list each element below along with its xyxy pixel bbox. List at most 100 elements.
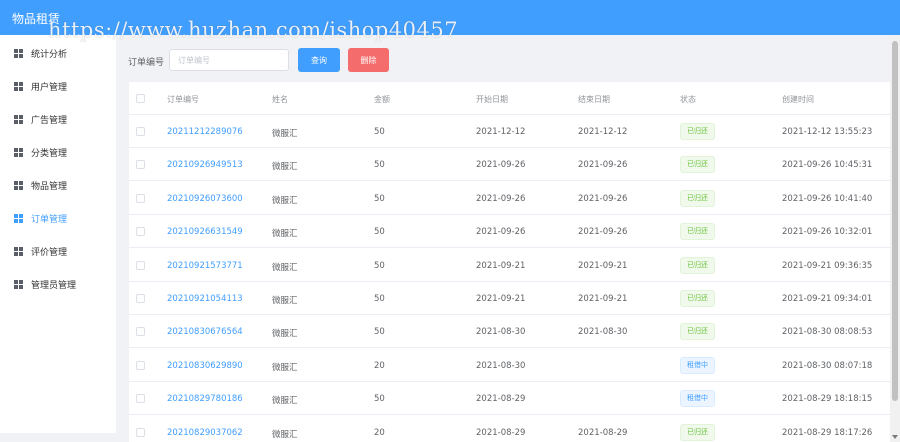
row-checkbox[interactable] bbox=[136, 427, 145, 437]
cell-start-date: 2021-09-26 bbox=[476, 193, 526, 204]
scroll-down-arrow-icon[interactable] bbox=[892, 435, 898, 439]
order-no-link[interactable]: 20210829780186 bbox=[167, 394, 243, 404]
delete-button[interactable]: 删除 bbox=[348, 48, 389, 72]
table-row: 20210830676564 微服汇 50 2021-08-30 2021-08-30 2… bbox=[129, 315, 890, 349]
cell-name: 微服汇 bbox=[272, 329, 298, 340]
column-header-order-no: 订单编号 bbox=[167, 95, 199, 104]
order-no-link[interactable]: 20210926631549 bbox=[167, 227, 243, 237]
cell-amount: 50 bbox=[374, 327, 385, 338]
cell-end-date: 2021-09-26 bbox=[578, 193, 628, 204]
order-no-link[interactable]: 20210830676564 bbox=[167, 327, 243, 337]
grid-icon bbox=[14, 147, 23, 157]
cell-end-date: 2021-09-26 bbox=[578, 160, 628, 171]
cell-amount: 50 bbox=[374, 227, 385, 238]
sidebar-item-orders[interactable]: 订单管理 bbox=[0, 205, 116, 231]
status-badge: 已归还 bbox=[680, 290, 715, 307]
cell-name: 微服汇 bbox=[272, 195, 298, 206]
status-badge: 已归还 bbox=[680, 323, 715, 341]
row-checkbox[interactable] bbox=[136, 160, 145, 170]
cell-created-time: 2021-09-26 10:41:40 bbox=[782, 193, 873, 204]
grid-icon bbox=[14, 213, 23, 223]
cell-start-date: 2021-09-26 bbox=[476, 160, 526, 171]
orders-table: 订单编号 姓名 金额 开始日期 结束日期 状态 创建时间 20211212289… bbox=[129, 82, 890, 442]
table-row: 20210926631549 微服汇 50 2021-09-26 2021-09-26 2… bbox=[129, 215, 890, 249]
scrollbar-thumb[interactable] bbox=[892, 41, 898, 401]
sidebar-item-label: 用户管理 bbox=[31, 82, 68, 93]
order-no-link[interactable]: 20210921573771 bbox=[167, 261, 243, 271]
sidebar-item-categories[interactable]: 分类管理 bbox=[0, 139, 116, 165]
sidebar-item-items[interactable]: 物品管理 bbox=[0, 172, 116, 198]
grid-icon bbox=[14, 279, 23, 289]
sidebar-item-label: 物品管理 bbox=[31, 181, 68, 192]
cell-start-date: 2021-09-21 bbox=[476, 260, 526, 271]
column-header-status: 状态 bbox=[680, 95, 696, 104]
order-no-link[interactable]: 20210921054113 bbox=[167, 294, 243, 304]
status-badge: 已归还 bbox=[680, 189, 715, 207]
query-button[interactable]: 查询 bbox=[298, 48, 340, 72]
cell-name: 微服汇 bbox=[272, 162, 298, 173]
table-row: 20210926073600 微服汇 50 2021-09-26 2021-09-26 2… bbox=[129, 182, 890, 215]
row-checkbox[interactable] bbox=[136, 294, 145, 303]
cell-end-date: 2021-09-26 bbox=[578, 227, 628, 238]
order-no-link[interactable]: 20210926073600 bbox=[167, 194, 243, 204]
status-badge: 已归还 bbox=[680, 223, 715, 241]
sidebar-item-admins[interactable]: 管理员管理 bbox=[0, 271, 116, 297]
cell-created-time: 2021-08-29 18:18:15 bbox=[782, 394, 873, 405]
cell-amount: 50 bbox=[374, 127, 385, 137]
sidebar-item-ads[interactable]: 广告管理 bbox=[0, 106, 116, 132]
row-checkbox[interactable] bbox=[136, 260, 145, 270]
main-content: 订单编号 查询 删除 订单编号 姓名 金额 开始日期 结束日期 状态 创建时间 … bbox=[116, 35, 890, 442]
column-header-end-date: 结束日期 bbox=[578, 95, 610, 104]
cell-start-date: 2021-09-21 bbox=[476, 294, 526, 304]
cell-created-time: 2021-09-21 09:36:35 bbox=[782, 260, 873, 271]
cell-amount: 50 bbox=[374, 260, 385, 271]
row-checkbox[interactable] bbox=[136, 127, 145, 136]
cell-start-date: 2021-09-26 bbox=[476, 227, 526, 238]
status-badge: 已归还 bbox=[680, 156, 715, 174]
cell-amount: 20 bbox=[374, 427, 385, 438]
cell-end-date: 2021-09-21 bbox=[578, 260, 628, 271]
cell-start-date: 2021-08-29 bbox=[476, 427, 526, 438]
cell-end-date: 2021-12-12 bbox=[578, 127, 628, 137]
table-row: 20210830629890 微服汇 20 2021-08-30 2021-08-30 … bbox=[129, 349, 890, 382]
order-no-link[interactable]: 20210926949513 bbox=[167, 160, 243, 170]
sidebar-item-label: 统计分析 bbox=[31, 49, 68, 60]
order-no-link[interactable]: 20210830629890 bbox=[167, 361, 243, 371]
sidebar-item-users[interactable]: 用户管理 bbox=[0, 73, 116, 99]
order-no-link[interactable]: 20211212289076 bbox=[167, 127, 243, 137]
cell-end-date: 2021-08-29 bbox=[578, 427, 628, 438]
sidebar-item-reviews[interactable]: 评价管理 bbox=[0, 238, 116, 264]
cell-name: 微服汇 bbox=[272, 129, 298, 139]
cell-created-time: 2021-08-29 18:17:26 bbox=[782, 427, 873, 438]
order-no-search-input[interactable] bbox=[169, 49, 289, 71]
row-checkbox[interactable] bbox=[136, 227, 145, 237]
column-header-name: 姓名 bbox=[272, 95, 288, 104]
cell-created-time: 2021-12-12 13:55:23 bbox=[782, 127, 873, 137]
cell-amount: 50 bbox=[374, 193, 385, 204]
cell-name: 微服汇 bbox=[272, 229, 298, 240]
sidebar-item-label: 管理员管理 bbox=[31, 280, 77, 291]
table-row: 20210926949513 微服汇 50 2021-09-26 2021-09-26 2… bbox=[129, 148, 890, 182]
status-badge: 已归还 bbox=[680, 123, 715, 140]
table-row: 20211212289076 微服汇 50 2021-12-12 2021-12-12 2… bbox=[129, 115, 890, 148]
table-row: 20210829037062 微服汇 20 2021-08-29 2021-08-29 2… bbox=[129, 416, 890, 442]
cell-name: 微服汇 bbox=[272, 429, 298, 440]
select-all-checkbox[interactable] bbox=[136, 94, 145, 103]
sidebar-item-stats[interactable]: 统计分析 bbox=[0, 40, 116, 66]
table-row: 20210829780186 微服汇 50 2021-08-29 2021-08-29 … bbox=[129, 382, 890, 416]
cell-end-date: 2021-08-30 bbox=[578, 327, 628, 338]
column-header-start-date: 开始日期 bbox=[476, 95, 508, 104]
grid-icon bbox=[14, 48, 23, 58]
sidebar-item-label: 订单管理 bbox=[31, 214, 68, 225]
row-checkbox[interactable] bbox=[136, 360, 145, 370]
table-row: 20210921573771 微服汇 50 2021-09-21 2021-09-21 2… bbox=[129, 249, 890, 282]
row-checkbox[interactable] bbox=[136, 193, 145, 203]
table-header: 订单编号 姓名 金额 开始日期 结束日期 状态 创建时间 bbox=[129, 82, 890, 115]
grid-icon bbox=[14, 81, 23, 91]
row-checkbox[interactable] bbox=[136, 394, 145, 404]
grid-icon bbox=[14, 180, 23, 190]
column-header-amount: 金额 bbox=[374, 95, 390, 104]
page-scrollbar[interactable] bbox=[890, 35, 900, 442]
row-checkbox[interactable] bbox=[136, 327, 145, 337]
order-no-link[interactable]: 20210829037062 bbox=[167, 428, 243, 438]
